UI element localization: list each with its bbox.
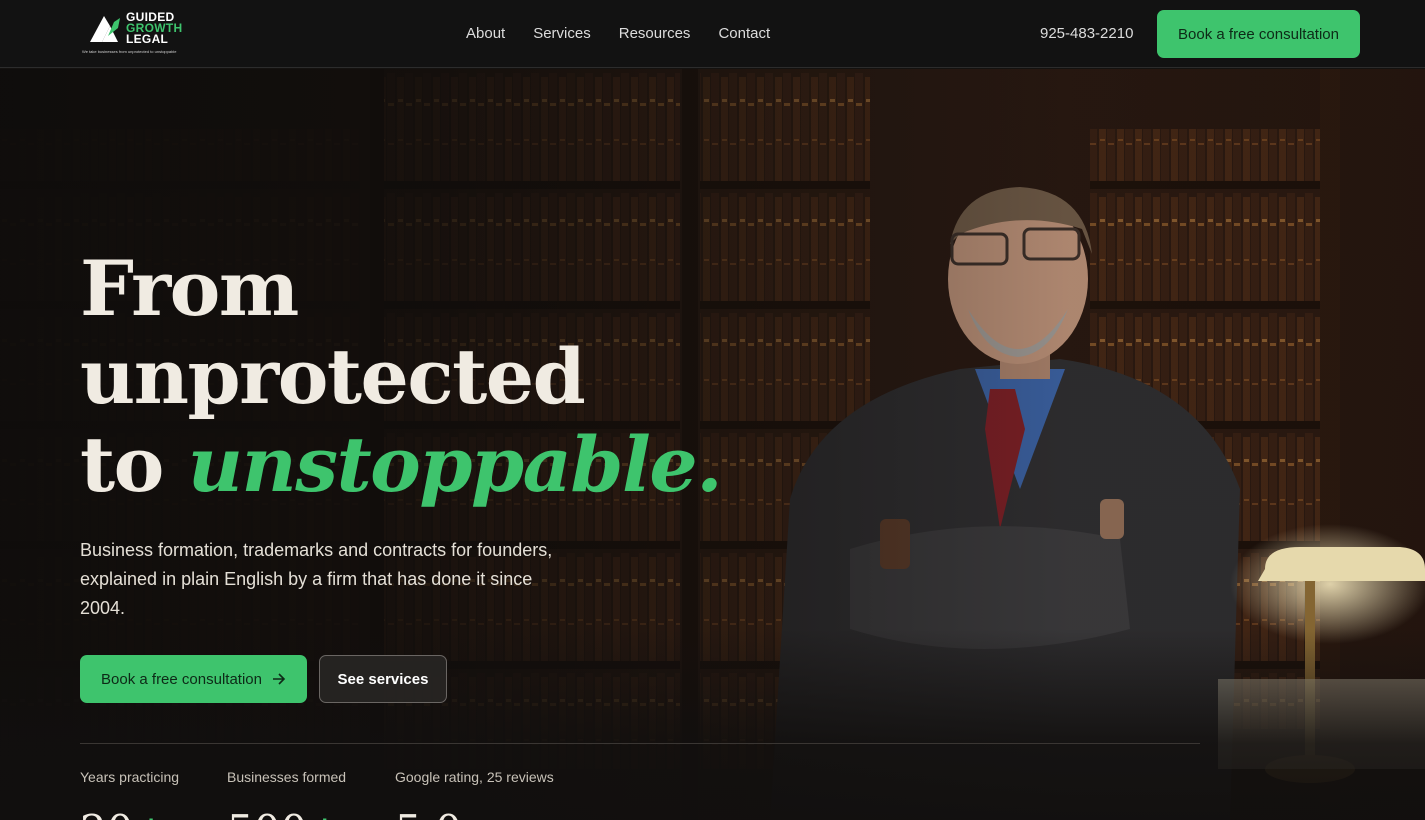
hero-consultation-label: Book a free consultation — [101, 670, 262, 688]
logo-line-3: LEGAL — [126, 32, 169, 46]
stat-value: 20+ — [80, 806, 179, 820]
nav-contact[interactable]: Contact — [718, 24, 770, 44]
stats-divider — [80, 743, 1200, 744]
stat-number: 20 — [80, 806, 133, 820]
headline-line-3-prefix: to — [80, 420, 188, 509]
stat-value: 5.0 — [395, 806, 554, 820]
logo[interactable]: GUIDED GROWTH LEGAL We take businesses f… — [82, 11, 200, 56]
header-consultation-button[interactable]: Book a free consultation — [1157, 10, 1360, 58]
stat-years: Years practicing 20+ — [80, 768, 179, 820]
nav-resources[interactable]: Resources — [619, 24, 691, 44]
stat-label: Google rating, 25 reviews — [395, 769, 554, 785]
headline-line-2: unprotected — [80, 332, 586, 421]
headline-line-3: to unstoppable. — [80, 420, 723, 509]
stat-value: 500+ — [227, 806, 346, 820]
stat-number: 500 — [227, 806, 307, 820]
site-header: GUIDED GROWTH LEGAL We take businesses f… — [0, 0, 1425, 68]
logo-wordmark: GUIDED GROWTH LEGAL — [126, 11, 182, 46]
nav-about[interactable]: About — [466, 24, 505, 44]
hero-headline: From unprotected to unstoppable. — [80, 244, 723, 509]
stat-businesses: Businesses formed 500+ — [227, 768, 346, 820]
see-services-button[interactable]: See services — [319, 655, 447, 703]
stat-suffix: + — [307, 806, 342, 820]
hero-subtext: Business formation, trademarks and contr… — [80, 540, 553, 618]
main-nav: About Services Resources Contact — [466, 24, 770, 44]
stat-rating: Google rating, 25 reviews 5.0 — [395, 768, 554, 820]
logo-tagline: We take businesses from unprotected to u… — [82, 49, 177, 54]
stat-label: Businesses formed — [227, 769, 347, 785]
headline-accent: unstoppable. — [187, 420, 723, 509]
headline-line-1: From — [80, 244, 299, 333]
stat-label: Years practicing — [80, 769, 180, 785]
hero-consultation-button[interactable]: Book a free consultation — [80, 655, 307, 703]
phone-link[interactable]: 925-483-2210 — [1040, 24, 1133, 44]
arrow-right-icon — [272, 673, 286, 685]
logo-mark-icon — [90, 16, 120, 42]
stat-suffix: + — [133, 806, 168, 820]
nav-services[interactable]: Services — [533, 24, 591, 44]
stat-number: 5.0 — [395, 806, 462, 820]
